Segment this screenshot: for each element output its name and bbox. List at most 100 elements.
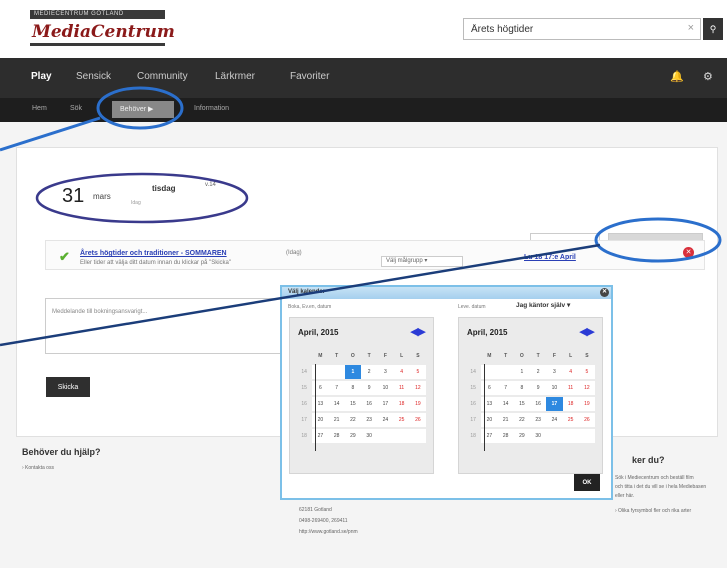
weekday-header: S bbox=[585, 353, 589, 359]
event-date-link[interactable]: Lu 18 17:e April bbox=[524, 254, 576, 261]
nav-item-sensick[interactable]: Sensick bbox=[76, 71, 111, 82]
nav-item-play[interactable]: Play bbox=[31, 71, 52, 82]
calendar-day[interactable]: 22 bbox=[513, 413, 530, 427]
search-field[interactable]: × bbox=[463, 18, 701, 40]
calendar-day[interactable]: 5 bbox=[409, 365, 426, 379]
week-number: 14 bbox=[470, 369, 476, 375]
ok-button[interactable]: OK bbox=[574, 474, 600, 491]
month-nav-arrows[interactable]: ◀▶ bbox=[579, 325, 595, 338]
calendar-day[interactable]: 23 bbox=[530, 413, 547, 427]
calendar-day[interactable]: 24 bbox=[546, 413, 563, 427]
submit-button[interactable]: Skicka bbox=[46, 377, 90, 397]
nav-item-favoriter[interactable]: Favoriter bbox=[290, 71, 329, 82]
remove-icon[interactable]: ✕ bbox=[683, 247, 694, 258]
calendar-day[interactable]: 26 bbox=[409, 413, 426, 427]
date-weekday: tisdag bbox=[152, 184, 176, 193]
calendar-day[interactable]: 4 bbox=[393, 365, 410, 379]
calendar-day[interactable]: 15 bbox=[513, 397, 530, 411]
calendar-day[interactable]: 11 bbox=[562, 381, 579, 395]
bell-icon[interactable]: 🔔 bbox=[670, 70, 684, 83]
search-button[interactable]: ⚲ bbox=[703, 18, 723, 40]
calendar-day bbox=[328, 365, 345, 379]
calendar-day[interactable]: 8 bbox=[513, 381, 530, 395]
calendar-day[interactable]: 9 bbox=[530, 381, 547, 395]
calendar-day[interactable]: 29 bbox=[344, 429, 361, 443]
nav-item-larkrmer[interactable]: Lärkrmer bbox=[215, 71, 255, 82]
calendar-day[interactable]: 23 bbox=[361, 413, 378, 427]
annotation-line-subnav bbox=[0, 116, 101, 152]
calendar-day[interactable]: 16 bbox=[530, 397, 547, 411]
calendar-day[interactable]: 19 bbox=[409, 397, 426, 411]
event-tag: (Idag) bbox=[286, 250, 302, 256]
gear-icon[interactable]: ⚙ bbox=[703, 70, 713, 83]
close-icon[interactable]: ✕ bbox=[600, 288, 609, 297]
calendar-day[interactable]: 28 bbox=[497, 429, 514, 443]
mediacentrum-logo[interactable]: MEDIECENTRUM GOTLAND MediaCentrum bbox=[30, 10, 175, 46]
search-input[interactable] bbox=[464, 19, 674, 39]
calendar-day[interactable]: 17 bbox=[377, 397, 394, 411]
calendar-day[interactable]: 30 bbox=[361, 429, 378, 443]
calendar-day[interactable]: 26 bbox=[578, 413, 595, 427]
calendar-day[interactable]: 24 bbox=[377, 413, 394, 427]
calendar-day[interactable]: 14 bbox=[328, 397, 345, 411]
weekday-header bbox=[465, 349, 481, 363]
calendar-day[interactable]: 18 bbox=[393, 397, 410, 411]
calendar-day[interactable]: 7 bbox=[328, 381, 345, 395]
calendar-day[interactable]: 29 bbox=[513, 429, 530, 443]
search-link[interactable]: › Olika fyrsymbol fler och rika arter bbox=[615, 507, 691, 516]
popup-title-text: Välj kalender bbox=[288, 289, 326, 295]
calendar-day[interactable]: 1 bbox=[513, 365, 530, 379]
contact-link[interactable]: › Kontakta oss bbox=[22, 464, 54, 473]
subnav-item-active[interactable]: Behöver ▶ bbox=[112, 101, 174, 118]
calendar-day[interactable]: 2 bbox=[530, 365, 547, 379]
calendar-day[interactable]: 25 bbox=[562, 413, 579, 427]
month-nav-arrows[interactable]: ◀▶ bbox=[410, 325, 426, 338]
calendar-day[interactable]: 2 bbox=[361, 365, 378, 379]
clear-icon[interactable]: × bbox=[688, 22, 694, 34]
weekday-header: M bbox=[318, 353, 323, 359]
calendar-day[interactable]: 16 bbox=[361, 397, 378, 411]
calendar-day[interactable]: 14 bbox=[497, 397, 514, 411]
calendar-day[interactable]: 9 bbox=[361, 381, 378, 395]
calendar-day[interactable]: 25 bbox=[393, 413, 410, 427]
calendar-day[interactable]: 10 bbox=[377, 381, 394, 395]
weekday-header: M bbox=[487, 353, 492, 359]
calendar-day bbox=[393, 429, 410, 443]
nav-item-community[interactable]: Community bbox=[137, 71, 188, 82]
calendar-day[interactable]: 4 bbox=[562, 365, 579, 379]
calendar-day[interactable]: 3 bbox=[546, 365, 563, 379]
calendar-day bbox=[409, 429, 426, 443]
calendar-day[interactable]: 12 bbox=[578, 381, 595, 395]
weekday-header-row: MTOTFLS bbox=[296, 348, 426, 364]
calendar-day[interactable]: 21 bbox=[497, 413, 514, 427]
calendar-day[interactable]: 17 bbox=[546, 397, 563, 411]
calendar-day[interactable]: 15 bbox=[344, 397, 361, 411]
calendar-day bbox=[578, 429, 595, 443]
calendar-day[interactable]: 21 bbox=[328, 413, 345, 427]
calendar-day[interactable]: 11 bbox=[393, 381, 410, 395]
calendar-day[interactable]: 3 bbox=[377, 365, 394, 379]
calendar-day[interactable]: 28 bbox=[328, 429, 345, 443]
search-text-3: eller här. bbox=[615, 493, 635, 499]
calendar-day[interactable]: 22 bbox=[344, 413, 361, 427]
calendar-day[interactable]: 7 bbox=[497, 381, 514, 395]
message-textarea[interactable]: Meddelande till bokningsansvarigt... bbox=[45, 298, 290, 354]
subnav-item-information[interactable]: Information bbox=[194, 105, 229, 112]
calendar-day[interactable]: 19 bbox=[578, 397, 595, 411]
audience-select[interactable]: Välj målgrupp ▾ bbox=[381, 256, 463, 267]
calendar-day[interactable]: 1 bbox=[344, 365, 361, 379]
calendar-day[interactable]: 18 bbox=[562, 397, 579, 411]
subnav-item-hem[interactable]: Hem bbox=[32, 105, 47, 112]
event-row: ✔ Årets högtider och traditioner - SOMMA… bbox=[45, 240, 705, 270]
calendar-day[interactable]: 30 bbox=[530, 429, 547, 443]
calendar-month: April, 2015 bbox=[467, 328, 508, 337]
event-title-link[interactable]: Årets högtider och traditioner - SOMMARE… bbox=[80, 250, 227, 257]
calendar-day[interactable]: 5 bbox=[578, 365, 595, 379]
calendar-day[interactable]: 10 bbox=[546, 381, 563, 395]
address-line-3[interactable]: http://www.gotland.se/pnm bbox=[299, 528, 358, 537]
subnav-item-sok[interactable]: Sök bbox=[70, 105, 82, 112]
calendar-day[interactable]: 12 bbox=[409, 381, 426, 395]
calendar-select[interactable]: Jag käntor själv ▾ bbox=[516, 301, 570, 309]
top-header: MEDIECENTRUM GOTLAND MediaCentrum × ⚲ bbox=[0, 0, 727, 58]
calendar-day[interactable]: 8 bbox=[344, 381, 361, 395]
